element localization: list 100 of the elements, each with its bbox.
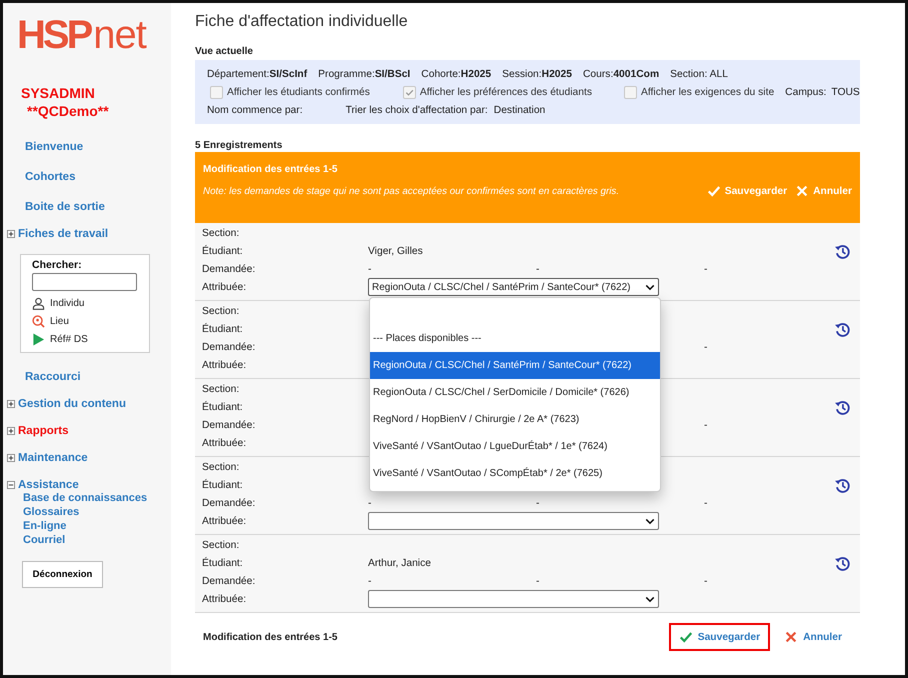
sidebar-sublink[interactable]: Glossaires (23, 505, 80, 519)
check-icon (706, 184, 721, 198)
student-name: Viger, Gilles (368, 246, 423, 256)
sidebar-section[interactable]: Rapports (18, 425, 68, 437)
field-label: Section: (202, 306, 240, 317)
requested-value: - (704, 498, 708, 508)
requested-value: - (368, 576, 372, 586)
sidebar-link[interactable]: Raccourci (25, 371, 81, 383)
chevron-icon (645, 284, 655, 290)
cancel-button[interactable]: Annuler (795, 184, 852, 198)
chevron-icon (645, 518, 655, 524)
sort-value: Destination (494, 104, 546, 116)
sidebar-sublink[interactable]: En-ligne (23, 519, 66, 533)
name-filter-label: Nom commence par: (207, 104, 303, 116)
field-label: Section: (202, 228, 240, 239)
dropdown-option[interactable]: ViveSanté / VSantOutao / LgueDurÉtab* / 1e* (7624) (370, 433, 660, 460)
checkbox[interactable] (210, 86, 223, 98)
expand-icon[interactable] (7, 400, 15, 408)
note-text: Note: les demandes de stage qui ne sont pas acceptées our confirmées sont en caractères gris. (203, 186, 620, 196)
logout-button[interactable]: Déconnexion (22, 561, 103, 588)
assignment-select[interactable] (368, 512, 659, 530)
save-button[interactable]: Sauvegarder (706, 184, 788, 198)
dropdown-option[interactable]: RegionOuta / CLSC/Chel / SerDomicile / Domicile* (7626) (370, 379, 660, 406)
logo: HSPnet (17, 13, 146, 57)
sidebar-link[interactable]: Cohortes (25, 171, 76, 183)
cancel-button[interactable]: Annuler (774, 623, 852, 651)
expand-icon[interactable] (7, 454, 15, 462)
close-icon (795, 184, 810, 198)
checkbox-label: Afficher les étudiants confirmés (227, 86, 370, 98)
checkbox-label: Afficher les préférences des étudiants (420, 86, 592, 98)
field-label: Section: (202, 540, 240, 551)
organization-name: **QCDemo** (27, 103, 109, 119)
sidebar-link[interactable]: Bienvenue (25, 141, 84, 153)
field-label: Demandée: (202, 576, 256, 586)
history-icon[interactable] (834, 242, 851, 260)
field-label: Attribuée: (202, 360, 248, 370)
sidebar-section[interactable]: Assistance (18, 479, 79, 491)
field-label: Étudiant: (202, 480, 244, 490)
checkbox[interactable] (402, 86, 416, 98)
dropdown-option[interactable]: RegNord / HopBienV / Chirurgie / 2e A* (7623) (370, 406, 660, 433)
sidebar-sublink[interactable]: Courriel (23, 533, 66, 547)
assignment-select[interactable]: RegionOuta / CLSC/Chel / SantéPrim / SanteCour* (7622) (368, 278, 659, 296)
page-title: Fiche d'affectation individuelle (195, 13, 408, 31)
chevron-icon (645, 596, 655, 602)
dropdown-option[interactable]: RegionOuta / CLSC/Chel / SantéPrim / SanteCour* (7622) (370, 352, 660, 379)
field-label: Attribuée: (202, 282, 248, 292)
field-label: Étudiant: (202, 558, 244, 568)
field-label: Demandée: (202, 498, 256, 508)
requested-value: - (704, 264, 708, 274)
filter-value: Section: ALL (670, 68, 728, 80)
history-icon[interactable] (834, 320, 851, 338)
play-icon[interactable] (32, 332, 45, 346)
requested-value: - (704, 342, 708, 352)
person-icon[interactable] (32, 296, 45, 310)
checkbox[interactable] (624, 86, 637, 98)
campus-value: TOUS (831, 86, 860, 98)
check-icon (678, 630, 693, 644)
field-label: Attribuée: (202, 516, 248, 526)
collapse-icon[interactable] (7, 481, 15, 489)
requested-value: - (368, 264, 372, 274)
requested-value: - (536, 498, 540, 508)
filter-value: Programme:SI/BScI (318, 68, 410, 80)
field-label: Étudiant: (202, 246, 244, 256)
sidebar-link[interactable]: Boite de sortie (25, 201, 105, 213)
search-option[interactable]: Lieu (50, 316, 69, 326)
requested-value: - (368, 498, 372, 508)
sort-label: Trier les choix d'affectation par: (346, 104, 488, 116)
field-label: Attribuée: (202, 594, 248, 604)
requested-value: - (704, 576, 708, 586)
search-label: Chercher: (32, 259, 83, 271)
sidebar-section[interactable]: Maintenance (18, 452, 88, 464)
history-icon[interactable] (834, 476, 851, 494)
dropdown-option[interactable]: --- Places disponibles --- (370, 325, 660, 352)
edit-title: Modification des entrées 1-5 (203, 632, 338, 642)
expand-icon[interactable] (7, 230, 15, 238)
field-label: Demandée: (202, 420, 256, 430)
checkbox-label: Afficher les exigences du site (641, 86, 774, 98)
sidebar-section[interactable]: Gestion du contenu (18, 398, 126, 410)
dropdown-option[interactable]: ViveSanté / VSantOutao / SCompÉtab* / 2e* (7625) (370, 460, 660, 487)
assignment-select[interactable] (368, 590, 659, 608)
filter-value: Cours:4001Com (582, 68, 660, 80)
filter-value: Session:H2025 (502, 68, 572, 80)
search-option[interactable]: Réf# DS (50, 334, 88, 344)
user-name: SYSADMIN (21, 85, 95, 101)
edit-title: Modification des entrées 1-5 (203, 164, 338, 175)
field-label: Section: (202, 462, 240, 473)
search-option[interactable]: Individu (50, 298, 84, 308)
filter-value: Département:SI/ScInf (207, 68, 308, 80)
save-button[interactable]: Sauvegarder (668, 623, 770, 651)
expand-icon[interactable] (7, 427, 15, 435)
requested-value: - (536, 576, 540, 586)
student-name: Arthur, Janice (368, 558, 431, 568)
campus-label: Campus: (785, 86, 826, 98)
sidebar-section[interactable]: Fiches de travail (18, 228, 108, 240)
field-label: Demandée: (202, 264, 256, 274)
location-search-icon[interactable] (32, 314, 45, 328)
history-icon[interactable] (834, 554, 851, 572)
history-icon[interactable] (834, 398, 851, 416)
sidebar-sublink[interactable]: Base de connaissances (23, 491, 148, 505)
search-field[interactable] (32, 273, 137, 291)
